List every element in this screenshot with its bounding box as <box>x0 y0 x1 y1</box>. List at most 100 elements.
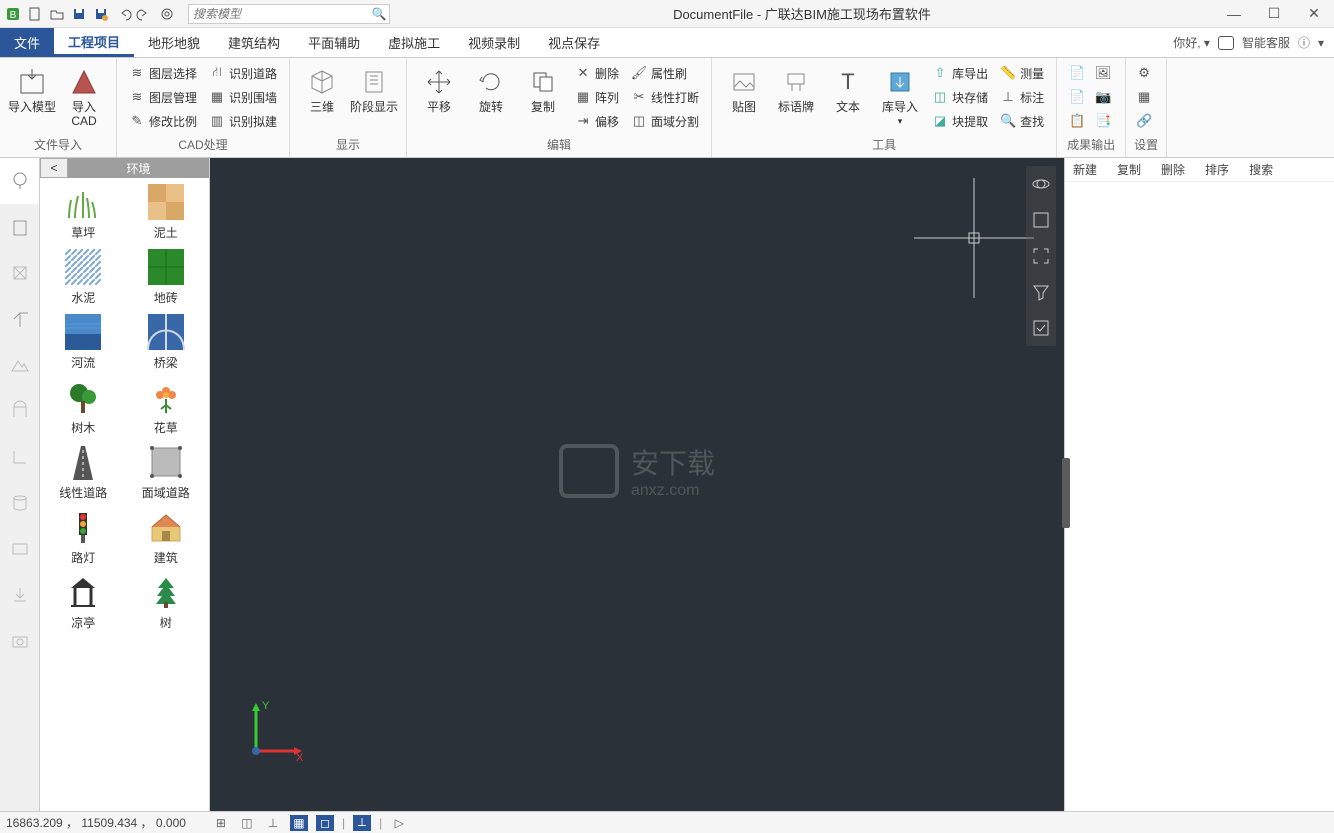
search-input[interactable] <box>189 7 369 21</box>
settings-btn-2[interactable]: ▦ <box>1134 86 1154 108</box>
find-button[interactable]: 🔍查找 <box>996 110 1048 132</box>
status-btn-2[interactable]: ◫ <box>238 815 256 831</box>
output-btn-6[interactable]: 📑 <box>1091 110 1115 132</box>
left-tab-tree[interactable] <box>0 158 39 204</box>
status-btn-5[interactable]: ◻ <box>316 815 334 831</box>
menu-tab-terrain[interactable]: 地形地貌 <box>134 28 214 57</box>
left-tab-building[interactable] <box>0 204 39 250</box>
menu-tab-viewpoint[interactable]: 视点保存 <box>534 28 614 57</box>
left-tab-lshape[interactable] <box>0 434 39 480</box>
palette-item-tree2[interactable]: 树 <box>127 574 206 631</box>
new-icon[interactable] <box>26 5 44 23</box>
left-tab-camera[interactable] <box>0 618 39 664</box>
palette-item-lamp[interactable]: 路灯 <box>44 509 123 566</box>
line-break-button[interactable]: ✂线性打断 <box>627 86 703 108</box>
delete-button[interactable]: ✕删除 <box>571 62 623 84</box>
fullscreen-button[interactable] <box>1026 238 1056 274</box>
rp-tab-copy[interactable]: 复制 <box>1117 161 1141 178</box>
close-button[interactable]: ✕ <box>1294 0 1334 28</box>
menu-file[interactable]: 文件 <box>0 28 54 57</box>
status-btn-3[interactable]: ⊥ <box>264 815 282 831</box>
save-icon[interactable] <box>70 5 88 23</box>
undo-icon[interactable] <box>114 5 132 23</box>
modify-scale-button[interactable]: ✎修改比例 <box>125 110 201 132</box>
info-icon[interactable]: ⓘ <box>1298 34 1310 51</box>
left-tab-frame[interactable] <box>0 250 39 296</box>
open-icon[interactable] <box>48 5 66 23</box>
layer-manage-button[interactable]: ≋图层管理 <box>125 86 201 108</box>
search-icon[interactable]: 🔍 <box>369 7 389 21</box>
status-btn-7[interactable]: ▷ <box>390 815 408 831</box>
filter-button[interactable] <box>1026 274 1056 310</box>
menu-tab-structure[interactable]: 建筑结构 <box>214 28 294 57</box>
menu-tab-plane[interactable]: 平面辅助 <box>294 28 374 57</box>
prop-brush-button[interactable]: 🖌属性刷 <box>627 62 703 84</box>
menu-tab-video[interactable]: 视频录制 <box>454 28 534 57</box>
status-btn-6[interactable]: ⟂ <box>353 815 371 831</box>
measure-button[interactable]: 📏测量 <box>996 62 1048 84</box>
palette-item-pavilion[interactable]: 凉亭 <box>44 574 123 631</box>
block-save-button[interactable]: ◫块存储 <box>928 86 992 108</box>
palette-item-bridge[interactable]: 桥梁 <box>127 314 206 371</box>
identify-wall-button[interactable]: ▦识别围墙 <box>205 86 281 108</box>
palette-item-house[interactable]: 建筑 <box>127 509 206 566</box>
block-extract-button[interactable]: ◪块提取 <box>928 110 992 132</box>
text-button[interactable]: T文本 <box>824 62 872 114</box>
panel-splitter[interactable] <box>1062 458 1070 528</box>
settings-icon[interactable] <box>158 5 176 23</box>
menu-tab-virtual[interactable]: 虚拟施工 <box>374 28 454 57</box>
phase-display-button[interactable]: 阶段显示 <box>350 62 398 114</box>
view-3d-button[interactable]: 三维 <box>298 62 346 114</box>
import-model-button[interactable]: 导入模型 <box>8 62 56 114</box>
move-button[interactable]: 平移 <box>415 62 463 114</box>
array-button[interactable]: ▦阵列 <box>571 86 623 108</box>
rp-tab-search[interactable]: 搜索 <box>1249 161 1273 178</box>
output-btn-3[interactable]: 📄 <box>1065 86 1089 108</box>
left-tab-gate[interactable] <box>0 388 39 434</box>
settings-btn-1[interactable]: ⚙ <box>1134 62 1154 84</box>
checklist-button[interactable] <box>1026 310 1056 346</box>
left-tab-crane[interactable] <box>0 296 39 342</box>
lib-import-button[interactable]: 库导入▾ <box>876 62 924 127</box>
import-cad-button[interactable]: 导入CAD <box>60 62 108 128</box>
orbit-button[interactable] <box>1026 166 1056 202</box>
palette-item-flower[interactable]: 花草 <box>127 379 206 436</box>
status-btn-1[interactable]: ⊞ <box>212 815 230 831</box>
rp-tab-new[interactable]: 新建 <box>1073 161 1097 178</box>
output-btn-5[interactable]: 📋 <box>1065 110 1089 132</box>
paste-img-button[interactable]: 贴图 <box>720 62 768 114</box>
output-btn-1[interactable]: 📄 <box>1065 62 1089 84</box>
greeting[interactable]: 你好, ▾ <box>1173 34 1210 51</box>
palette-item-soil[interactable]: 泥土 <box>127 184 206 241</box>
left-tab-mountain[interactable] <box>0 342 39 388</box>
palette-item-tile[interactable]: 地砖 <box>127 249 206 306</box>
rotate-button[interactable]: 旋转 <box>467 62 515 114</box>
identify-build-button[interactable]: ▥识别拟建 <box>205 110 281 132</box>
minimize-button[interactable]: — <box>1214 0 1254 28</box>
palette-back-button[interactable]: < <box>40 158 68 178</box>
redo-icon[interactable] <box>136 5 154 23</box>
rp-tab-sort[interactable]: 排序 <box>1205 161 1229 178</box>
palette-item-cement[interactable]: 水泥 <box>44 249 123 306</box>
settings-btn-3[interactable]: 🔗 <box>1134 110 1154 132</box>
dropdown-icon[interactable]: ▾ <box>1318 36 1324 50</box>
canvas-area[interactable]: 安下载anxz.com Y X <box>210 158 1064 811</box>
output-btn-2[interactable]: 🖼 <box>1091 62 1115 84</box>
lib-export-button[interactable]: ⇧库导出 <box>928 62 992 84</box>
palette-item-river[interactable]: 河流 <box>44 314 123 371</box>
left-tab-download[interactable] <box>0 572 39 618</box>
logo-icon[interactable]: B <box>4 5 22 23</box>
status-btn-4[interactable]: ▦ <box>290 815 308 831</box>
left-tab-panel[interactable] <box>0 526 39 572</box>
annotate-button[interactable]: ⊥标注 <box>996 86 1048 108</box>
palette-item-line-road[interactable]: 线性道路 <box>44 444 123 501</box>
maximize-button[interactable]: ☐ <box>1254 0 1294 28</box>
output-btn-4[interactable]: 📷 <box>1091 86 1115 108</box>
sign-button[interactable]: 标语牌 <box>772 62 820 114</box>
identify-road-button[interactable]: ⛙识别道路 <box>205 62 281 84</box>
face-split-button[interactable]: ◫面域分割 <box>627 110 703 132</box>
left-tab-cylinder[interactable] <box>0 480 39 526</box>
smart-service[interactable]: 智能客服 <box>1242 34 1290 51</box>
save-as-icon[interactable] <box>92 5 110 23</box>
palette-item-area-road[interactable]: 面域道路 <box>127 444 206 501</box>
